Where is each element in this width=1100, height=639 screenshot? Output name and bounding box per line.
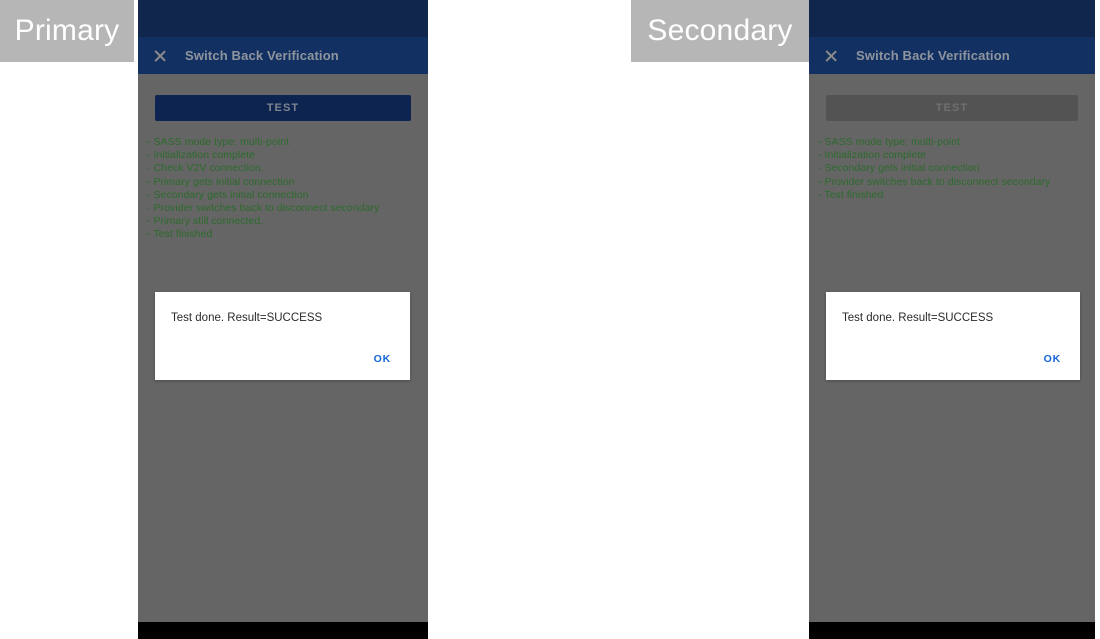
app-bar-secondary: Switch Back Verification [809,37,1095,74]
log-line: - Primary gets initial connection [147,175,295,188]
caption-primary: Primary [0,0,134,62]
log-line: - Check V2V connection. [147,162,264,175]
app-bar-primary: Switch Back Verification [138,37,428,74]
log-line: - Test finished [818,188,884,201]
log-line: - Test finished [147,228,213,241]
log-output-primary: - SASS mode type: multi-point - Initiali… [147,136,422,242]
dialog-message: Test done. Result=SUCCESS [842,312,994,324]
app-bar-title: Switch Back Verification [185,48,339,63]
status-bar-secondary [809,0,1095,37]
log-line: - SASS mode type: multi-point [818,136,961,148]
status-bar-primary [138,0,428,37]
log-line: - Initialization complete [147,149,256,162]
log-line: - Secondary gets initial connection [147,188,309,201]
device-screen-secondary: Switch Back Verification TEST - SASS mod… [809,0,1095,639]
dialog-ok-button[interactable]: OK [369,349,396,369]
screen-content-primary: TEST - SASS mode type: multi-point - Ini… [138,74,428,622]
close-icon[interactable] [823,48,839,64]
navigation-bar-primary [138,622,428,639]
close-icon[interactable] [152,48,168,64]
log-line: - Provider switches back to disconnect s… [147,202,380,215]
log-line: - Initialization complete [818,149,927,162]
log-output-secondary: - SASS mode type: multi-point - Initiali… [818,136,1089,202]
test-button-primary[interactable]: TEST [155,95,411,121]
log-line: - Provider switches back to disconnect s… [818,175,1051,188]
log-line: - Secondary gets initial connection [818,162,980,175]
test-button-secondary[interactable]: TEST [826,95,1078,121]
log-line: - Primary still connected. [147,215,264,228]
caption-secondary: Secondary [631,0,809,62]
screen-content-secondary: TEST - SASS mode type: multi-point - Ini… [809,74,1095,622]
result-dialog-secondary: Test done. Result=SUCCESS OK [826,292,1080,380]
log-line: - SASS mode type: multi-point [147,136,290,148]
device-screen-primary: Switch Back Verification TEST - SASS mod… [138,0,428,639]
app-bar-title: Switch Back Verification [856,48,1010,63]
navigation-bar-secondary [809,622,1095,639]
dialog-ok-button[interactable]: OK [1039,349,1066,369]
result-dialog-primary: Test done. Result=SUCCESS OK [155,292,410,380]
dialog-message: Test done. Result=SUCCESS [171,312,323,324]
